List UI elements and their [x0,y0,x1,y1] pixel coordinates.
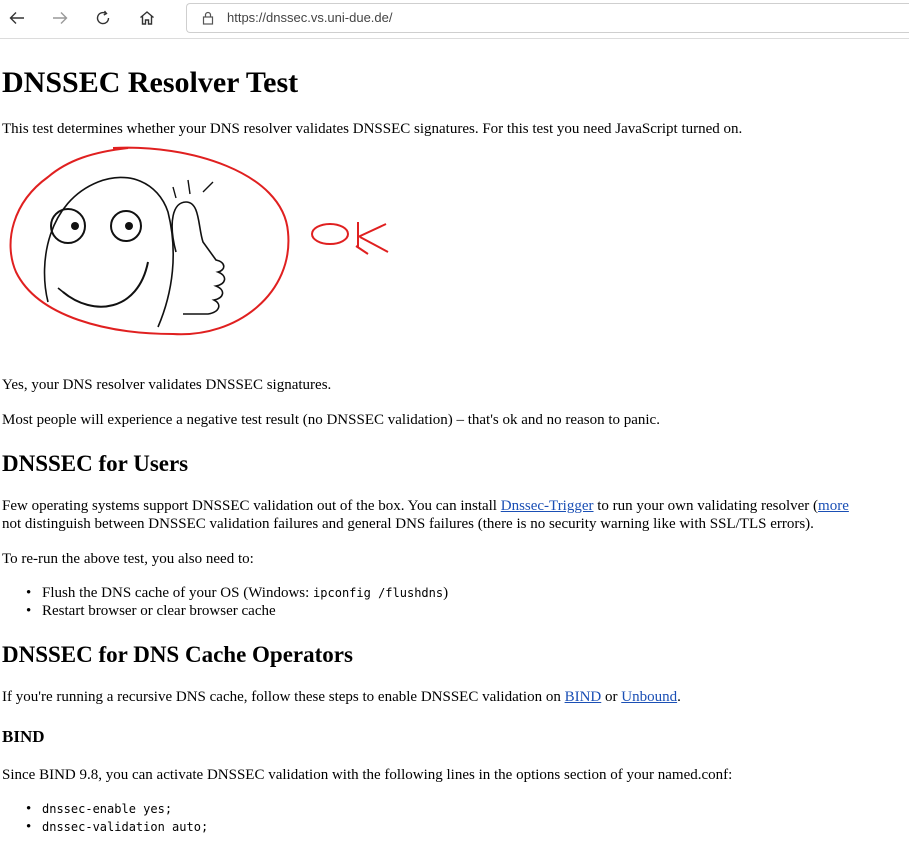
forward-button[interactable] [45,4,75,32]
address-bar[interactable]: https://dnssec.vs.uni-due.de/ [186,3,909,33]
rerun-text: To re-run the above test, you also need … [2,551,254,567]
note-text: Most people will experience a negative t… [2,412,660,428]
flushdns-code: ipconfig /flushdns [313,586,444,600]
page-title: DNSSEC Resolver Test [2,66,299,99]
list-item: dnssec-enable yes; [26,800,208,818]
back-button[interactable] [2,4,32,32]
forward-arrow-icon [53,12,68,24]
list-item: Restart browser or clear browser cache [26,602,448,620]
more-link[interactable]: more [818,498,849,514]
dnssec-trigger-link[interactable]: Dnssec-Trigger [501,498,594,514]
operators-paragraph: If you're running a recursive DNS cache,… [2,689,681,705]
home-button[interactable] [132,4,162,32]
operators-heading: DNSSEC for DNS Cache Operators [2,642,353,667]
back-arrow-icon [9,12,24,24]
list-item: dnssec-validation auto; [26,818,208,836]
result-text: Yes, your DNS resolver validates DNSSEC … [2,377,332,393]
bind-paragraph: Since BIND 9.8, you can activate DNSSEC … [2,767,733,783]
bind-heading: BIND [2,727,45,746]
rerun-steps-list: Flush the DNS cache of your OS (Windows:… [26,584,448,620]
bind-config-list: dnssec-enable yes; dnssec-validation aut… [26,800,208,836]
users-paragraph-line2: not distinguish between DNSSEC validatio… [2,516,814,532]
refresh-icon [96,10,110,25]
bind-link[interactable]: BIND [565,689,602,705]
unbound-link[interactable]: Unbound [621,689,677,705]
ok-smiley-drawing [9,146,389,336]
users-paragraph-line1: Few operating systems support DNSSEC val… [2,498,849,514]
lock-icon [202,11,214,25]
list-item: Flush the DNS cache of your OS (Windows:… [26,584,448,602]
home-icon [140,11,154,25]
intro-text: This test determines whether your DNS re… [2,121,743,137]
refresh-button[interactable] [88,4,118,32]
users-heading: DNSSEC for Users [2,451,189,476]
url-text: https://dnssec.vs.uni-due.de/ [227,10,393,25]
browser-toolbar: https://dnssec.vs.uni-due.de/ [0,0,909,39]
